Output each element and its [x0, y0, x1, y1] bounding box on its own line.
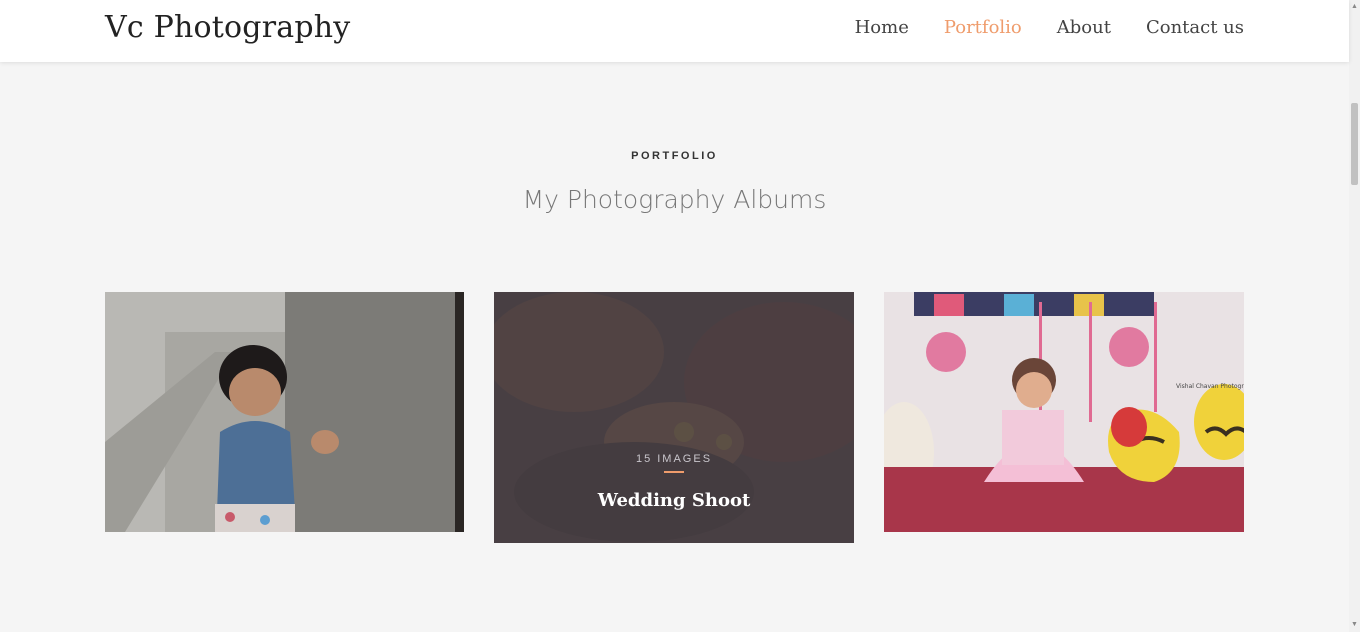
- section-kicker: PORTFOLIO: [631, 150, 718, 162]
- scroll-up-icon[interactable]: ▲: [1349, 0, 1360, 14]
- vertical-scrollbar[interactable]: ▲ ▼: [1349, 0, 1360, 632]
- album-card-3[interactable]: Vishal Chavan Photography®: [884, 292, 1244, 532]
- site-header: Vc Photography Home Portfolio About Cont…: [0, 0, 1349, 62]
- svg-text:Vishal Chavan Photography®: Vishal Chavan Photography®: [1176, 383, 1244, 390]
- album-image-count: 15 IMAGES: [635, 453, 713, 465]
- nav-portfolio[interactable]: Portfolio: [944, 17, 1022, 38]
- album-card-wedding[interactable]: 15 IMAGES Wedding Shoot: [494, 292, 854, 543]
- nav-home[interactable]: Home: [855, 17, 909, 38]
- section-title: My Photography Albums: [522, 185, 827, 214]
- scroll-down-icon[interactable]: ▼: [1349, 618, 1360, 632]
- scrollbar-thumb[interactable]: [1351, 103, 1358, 185]
- brand-logo[interactable]: Vc Photography: [105, 10, 350, 45]
- album-card-1[interactable]: [105, 292, 464, 532]
- album-hover-overlay: 15 IMAGES Wedding Shoot: [494, 292, 854, 543]
- album-title[interactable]: Wedding Shoot: [494, 490, 854, 511]
- main-nav: Home Portfolio About Contact us: [855, 17, 1244, 38]
- nav-about[interactable]: About: [1057, 17, 1111, 38]
- nav-contact[interactable]: Contact us: [1146, 17, 1244, 38]
- accent-divider: [664, 471, 684, 473]
- album-photo-birthday: Vishal Chavan Photography®: [884, 292, 1244, 532]
- album-photo-toddler: [105, 292, 464, 532]
